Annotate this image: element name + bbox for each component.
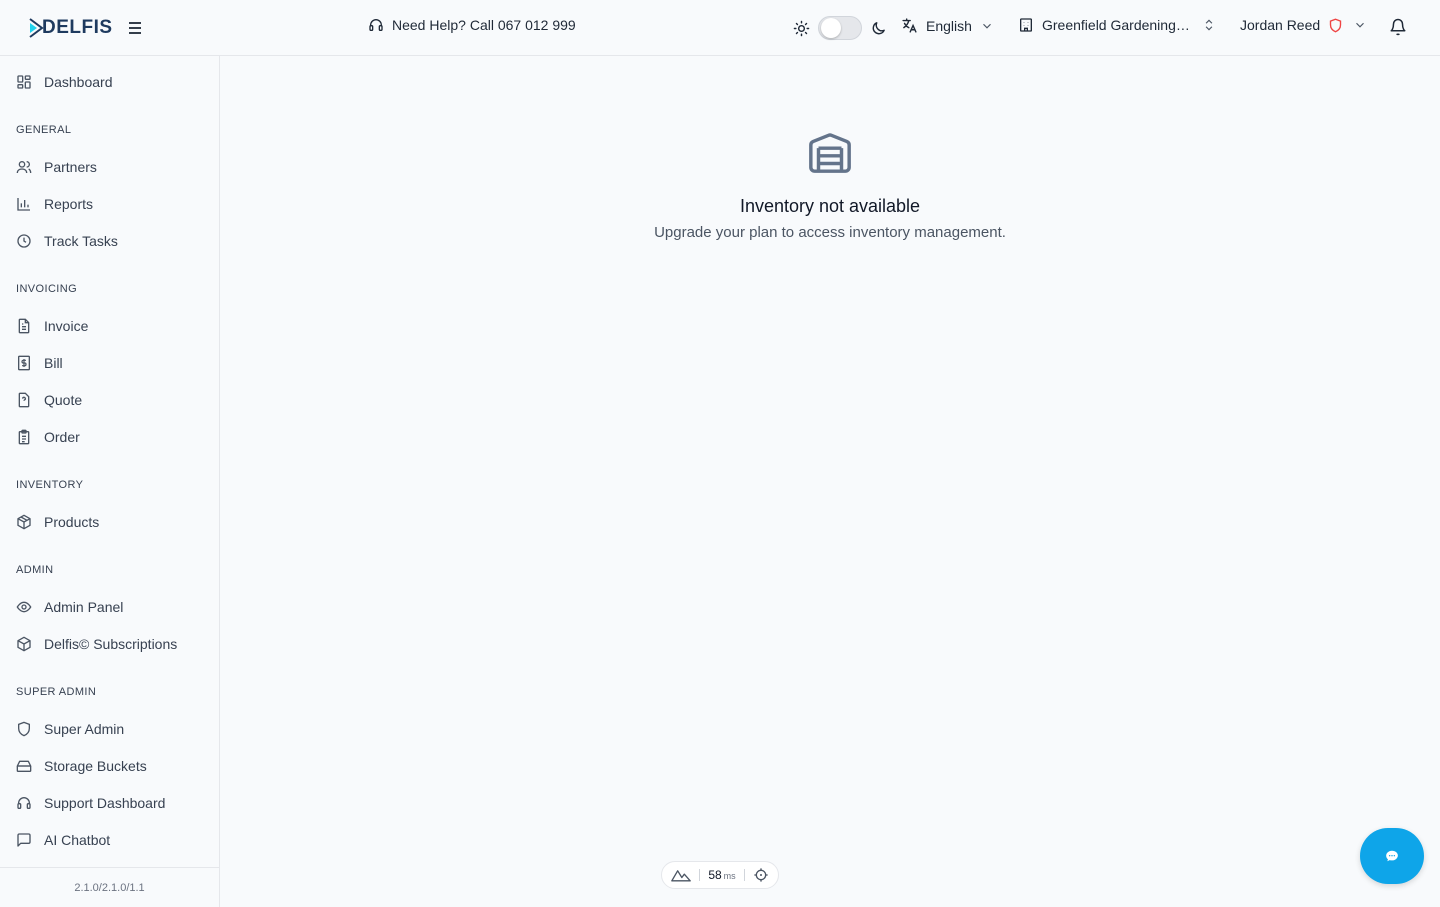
section-admin: ADMIN: [16, 564, 54, 576]
building-icon: [1020, 18, 1032, 32]
file-question-icon: [18, 392, 30, 408]
sidebar-item-label: Track Tasks: [44, 233, 118, 249]
sidebar-item-admin-panel[interactable]: Admin Panel: [16, 595, 123, 619]
chevrons-up-down-icon: [1205, 19, 1213, 31]
response-time-value: 58: [708, 868, 722, 882]
sidebar-item-reports[interactable]: Reports: [16, 192, 93, 216]
headset-icon: [369, 19, 383, 31]
sidebar-item-products[interactable]: Products: [16, 510, 99, 534]
organization-selector[interactable]: Greenfield Gardening Co.: [1018, 17, 1216, 33]
sidebar-item-invoice[interactable]: Invoice: [16, 314, 88, 338]
sidebar-item-label: Quote: [44, 392, 83, 408]
sidebar-item-label: Invoice: [44, 318, 89, 334]
sidebar-item-label: Order: [44, 429, 80, 445]
sidebar-item-storage-buckets[interactable]: Storage Buckets: [16, 754, 147, 778]
crosshair-icon[interactable]: [753, 867, 769, 883]
theme-switcher: [793, 16, 887, 40]
empty-state-title: Inventory not available: [739, 196, 921, 216]
help-contact[interactable]: Need Help? Call 067 012 999: [368, 17, 576, 33]
chat-bubble-icon: [1386, 850, 1398, 862]
eye-icon: [16, 601, 32, 613]
clock-icon: [17, 234, 31, 248]
notifications-bell-icon[interactable]: [1389, 18, 1407, 36]
package-icon: [17, 514, 31, 530]
sidebar-item-label: Bill: [44, 355, 63, 371]
sidebar-item-subscriptions[interactable]: Delfis© Subscriptions: [16, 632, 177, 656]
sidebar-item-label: Storage Buckets: [44, 758, 147, 774]
sidebar-item-label: Partners: [44, 159, 97, 175]
clipboard-list-icon: [18, 429, 30, 445]
menu-toggle-icon[interactable]: [127, 19, 143, 37]
chevron-down-icon: [1356, 22, 1365, 28]
bar-chart-icon: [17, 198, 30, 211]
sidebar-item-label: AI Chatbot: [44, 832, 111, 848]
sidebar: Dashboard GENERAL Partners Reports Track…: [0, 56, 220, 907]
moon-icon: [872, 21, 885, 34]
sidebar-item-partners[interactable]: Partners: [16, 155, 97, 179]
response-time: 58 ms: [708, 868, 735, 882]
logo[interactable]: DELFIS: [28, 16, 113, 40]
sidebar-item-label: Support Dashboard: [44, 795, 166, 811]
file-text-icon: [18, 318, 30, 334]
sidebar-item-bill[interactable]: Bill: [16, 351, 63, 375]
sidebar-item-label: Super Admin: [44, 721, 125, 737]
sidebar-item-ai-chatbot[interactable]: AI Chatbot: [16, 828, 110, 852]
message-square-icon: [17, 833, 31, 847]
performance-indicator: 58 ms: [661, 861, 779, 889]
help-text: Need Help? Call 067 012 999: [392, 17, 576, 33]
sun-icon: [793, 20, 810, 36]
sidebar-item-super-admin[interactable]: Super Admin: [16, 717, 124, 741]
receipt-dollar-icon: [18, 355, 30, 371]
translate-icon: [902, 18, 917, 33]
sidebar-item-label: Reports: [44, 196, 94, 212]
mountains-icon[interactable]: [671, 868, 691, 882]
theme-toggle[interactable]: [818, 16, 862, 40]
sidebar-item-label: Dashboard: [44, 74, 113, 90]
toggle-knob: [821, 18, 841, 38]
organization-name: Greenfield Gardening Co.: [1042, 17, 1192, 33]
sidebar-item-label: Products: [44, 514, 100, 530]
top-header: DELFIS Need Help? Call 067 012 999 Engli…: [0, 0, 1440, 56]
warehouse-icon: [809, 133, 851, 173]
user-name: Jordan Reed: [1240, 17, 1321, 33]
response-time-unit: ms: [723, 871, 736, 881]
language-label: English: [926, 17, 972, 34]
sidebar-item-label: Admin Panel: [44, 599, 124, 615]
users-icon: [16, 161, 32, 174]
shield-icon: [1329, 18, 1342, 33]
divider: [743, 869, 745, 881]
dashboard-icon: [17, 75, 31, 89]
user-menu[interactable]: Jordan Reed: [1240, 17, 1367, 33]
divider: [699, 869, 701, 881]
sidebar-item-dashboard[interactable]: Dashboard: [16, 70, 113, 94]
chat-button[interactable]: [1360, 828, 1424, 884]
package-icon: [17, 636, 31, 652]
hard-drive-icon: [16, 760, 32, 772]
app-version: 2.1.0/2.1.0/1.1: [0, 867, 219, 907]
section-inventory: INVENTORY: [16, 479, 84, 491]
section-general: GENERAL: [16, 124, 72, 136]
sidebar-item-label: Delfis© Subscriptions: [44, 636, 178, 652]
main-content: Inventory not available Upgrade your pla…: [220, 56, 1440, 907]
sidebar-item-track-tasks[interactable]: Track Tasks: [16, 229, 118, 253]
section-super-admin: SUPER ADMIN: [16, 686, 97, 698]
language-selector[interactable]: English: [901, 17, 994, 34]
section-invoicing: INVOICING: [16, 283, 78, 295]
empty-state-subtitle: Upgrade your plan to access inventory ma…: [654, 224, 1006, 241]
sidebar-item-order[interactable]: Order: [16, 425, 80, 449]
chevron-down-icon: [983, 23, 991, 29]
headset-icon: [17, 797, 31, 809]
sidebar-item-quote[interactable]: Quote: [16, 388, 82, 412]
sidebar-item-support-dashboard[interactable]: Support Dashboard: [16, 791, 165, 815]
shield-icon: [18, 721, 30, 737]
brand-name: DELFIS: [42, 17, 113, 38]
